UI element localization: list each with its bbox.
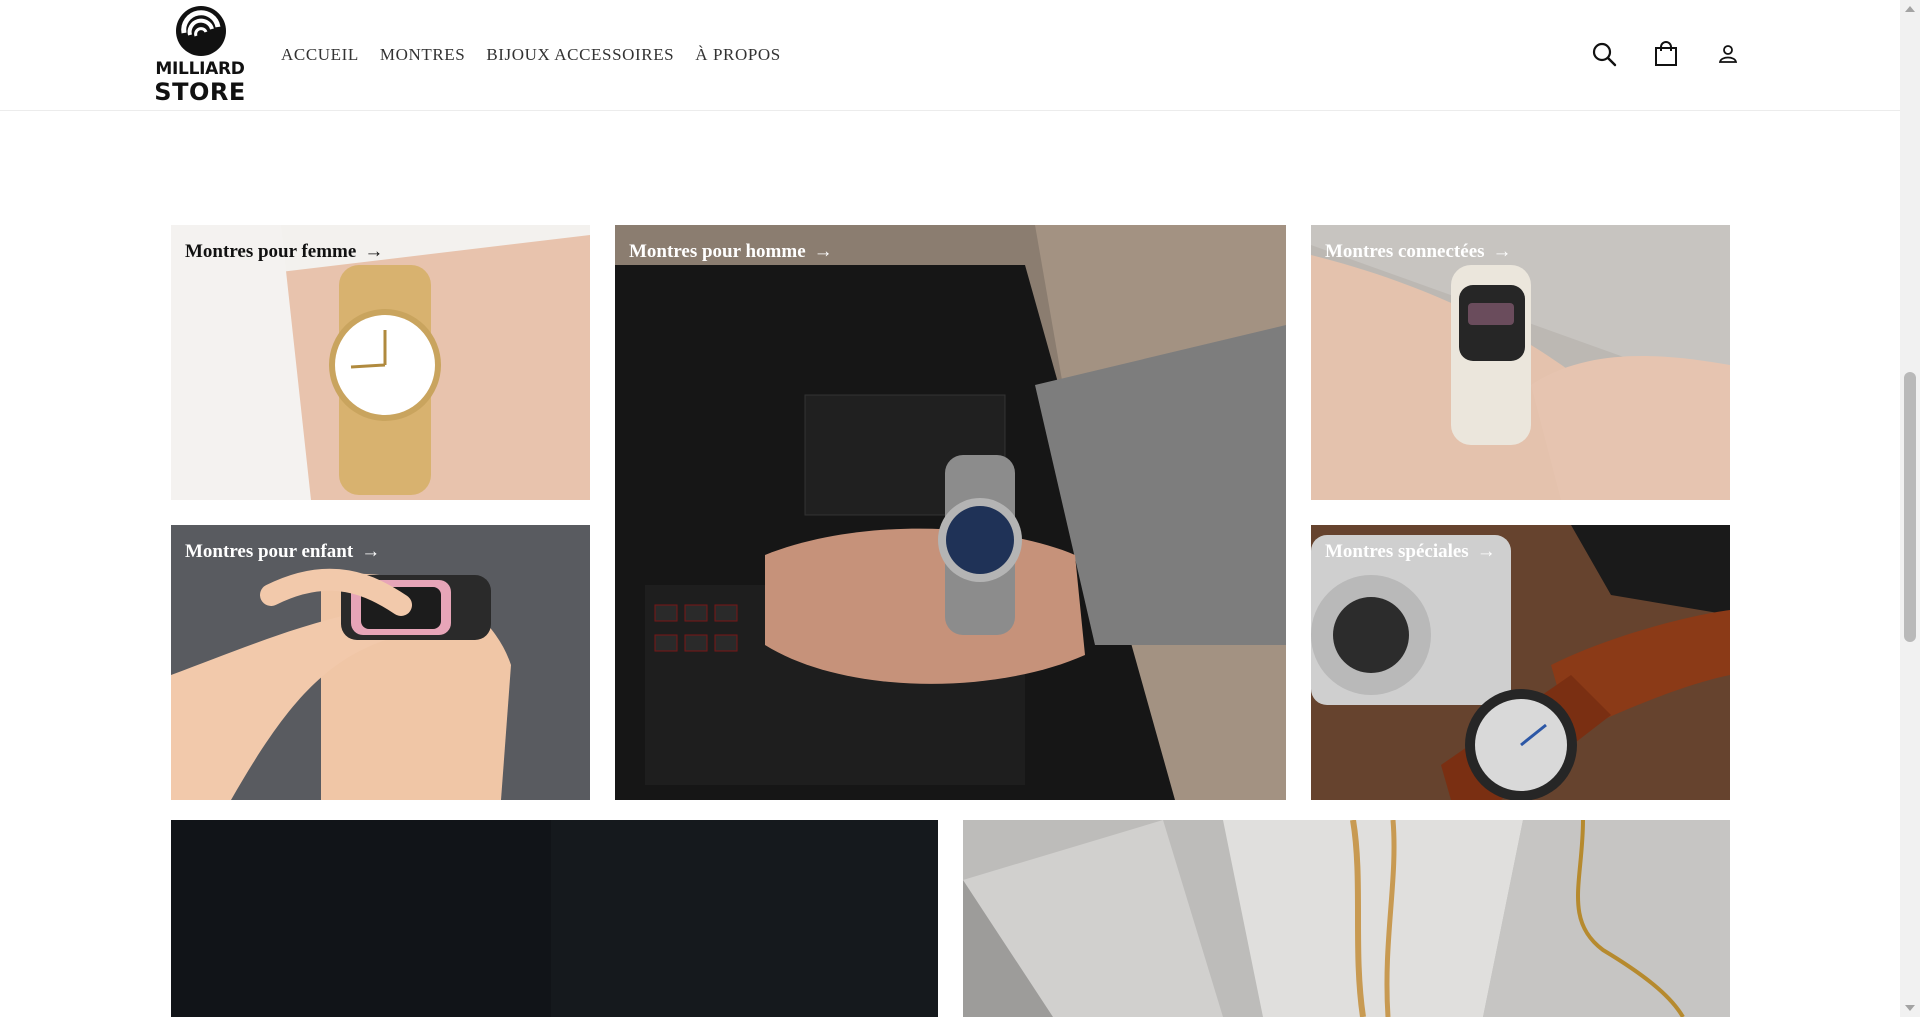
tile-label: Montres spéciales xyxy=(1325,541,1469,562)
scroll-up-icon[interactable] xyxy=(1905,6,1915,12)
scroll-down-icon[interactable] xyxy=(1905,1005,1915,1011)
tile-label: Montres pour homme xyxy=(629,241,806,262)
store-logo[interactable]: MILLIARD STORE xyxy=(150,3,250,106)
arrow-icon: → xyxy=(361,541,381,562)
nav-item-accueil[interactable]: ACCUEIL xyxy=(281,45,359,65)
collection-tile-connectees[interactable]: Montres connectées → xyxy=(1311,225,1730,500)
search-icon[interactable] xyxy=(1590,40,1618,68)
smart-watch-image xyxy=(1311,225,1730,500)
arrow-icon: → xyxy=(1476,541,1496,562)
promo-banner-dark[interactable] xyxy=(171,820,938,1017)
site-header: MILLIARD STORE ACCUEIL MONTRES BIJOUX AC… xyxy=(0,0,1900,111)
nav-item-bijoux-accessoires[interactable]: BIJOUX ACCESSOIRES xyxy=(486,45,674,65)
arrow-icon: → xyxy=(813,241,833,262)
tile-label: Montres pour femme xyxy=(185,241,357,262)
dark-banner-image xyxy=(171,820,938,1017)
main-nav: ACCUEIL MONTRES BIJOUX ACCESSOIRES À PRO… xyxy=(281,45,802,65)
tile-label: Montres pour enfant xyxy=(185,541,354,562)
women-watch-image xyxy=(171,225,590,500)
logo-text-line2: STORE xyxy=(154,78,246,106)
special-watch-image xyxy=(1311,525,1730,800)
page-scrollbar[interactable] xyxy=(1900,0,1920,1017)
men-watch-image xyxy=(615,225,1286,800)
collection-tile-homme[interactable]: Montres pour homme → xyxy=(615,225,1286,800)
nav-item-montres[interactable]: MONTRES xyxy=(380,45,465,65)
arrow-icon: → xyxy=(364,241,384,262)
scrollbar-thumb[interactable] xyxy=(1904,372,1916,642)
arrow-icon: → xyxy=(1492,241,1512,262)
jewelry-banner-image xyxy=(963,820,1730,1017)
kids-watch-image xyxy=(171,525,590,800)
promo-banner-jewelry[interactable] xyxy=(963,820,1730,1017)
header-actions xyxy=(1590,40,1776,68)
collection-tile-enfant[interactable]: Montres pour enfant → xyxy=(171,525,590,800)
collection-tile-speciales[interactable]: Montres spéciales → xyxy=(1311,525,1730,800)
bag-icon[interactable] xyxy=(1652,40,1680,68)
nav-item-a-propos[interactable]: À PROPOS xyxy=(695,45,781,65)
logo-mark-icon xyxy=(176,6,226,56)
collection-tile-femme[interactable]: Montres pour femme → xyxy=(171,225,590,500)
tile-label: Montres connectées xyxy=(1325,241,1485,262)
account-icon[interactable] xyxy=(1714,40,1742,68)
logo-text-line1: MILLIARD xyxy=(155,59,245,79)
